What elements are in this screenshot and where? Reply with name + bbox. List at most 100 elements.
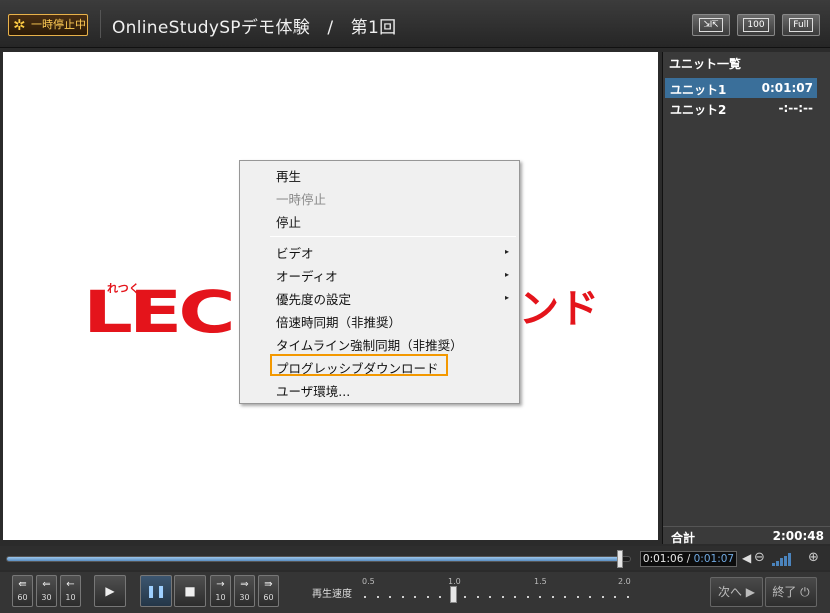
submenu-arrow-icon: ▸: [504, 270, 509, 279]
speed-dot: [576, 596, 579, 598]
rewind-10-button[interactable]: ← 10: [60, 575, 81, 607]
play-icon: ▶: [105, 584, 115, 598]
play-button[interactable]: ▶: [94, 575, 126, 607]
rewind-icon: ⇐: [42, 579, 51, 590]
control-bar: ⇚ 60 ⇐ 30 ← 10 ▶ ❚❚ ■ → 10 ⇒ 30 ⇛ 60 再生速度 0.5 …: [0, 572, 830, 613]
fit-window-button[interactable]: ⇲⇱: [692, 14, 730, 36]
submenu-arrow-icon: ▸: [504, 293, 509, 302]
speed-slider-handle[interactable]: [450, 586, 457, 603]
power-icon: ⏻: [800, 585, 810, 599]
current-time: 0:01:06: [642, 553, 684, 565]
logo-right: ンド: [519, 286, 599, 332]
speed-dot: [364, 596, 366, 598]
speed-dot: [564, 596, 566, 598]
menu-item-speed-sync[interactable]: 倍速時同期（非推奨）: [276, 312, 401, 331]
speed-dot: [376, 596, 379, 598]
total-duration: 0:01:07: [693, 553, 735, 565]
forward-30-button[interactable]: ⇒ 30: [234, 575, 255, 607]
speed-dot: [614, 596, 616, 598]
forward-icon: →: [216, 579, 225, 590]
stop-icon: ■: [184, 584, 196, 598]
speed-dot: [401, 596, 404, 598]
speed-dot: [489, 596, 491, 598]
rewind-icon: ←: [66, 579, 75, 590]
status-badge: ✲ 一時停止中: [8, 14, 88, 36]
menu-item-user-settings[interactable]: ユーザ環境...: [276, 381, 350, 400]
menu-item-priority[interactable]: 優先度の設定: [276, 289, 351, 308]
end-button[interactable]: 終了 ⏻: [765, 577, 817, 607]
speed-dot: [539, 596, 541, 598]
forward-60-button[interactable]: ⇛ 60: [258, 575, 279, 607]
unit-row[interactable]: ユニット1 0:01:07: [665, 78, 817, 98]
speaker-icon[interactable]: ◀: [742, 551, 751, 565]
play-arrow-icon: ▶: [745, 585, 756, 599]
pause-button[interactable]: ❚❚: [140, 575, 172, 607]
title-divider: [100, 10, 101, 38]
unit-name: ユニット2: [670, 103, 727, 117]
unit-list-header: ユニット一覧: [669, 57, 742, 71]
seek-handle[interactable]: [616, 550, 623, 568]
sidebar-divider: [663, 526, 830, 527]
volume-down-icon[interactable]: ⊖: [754, 550, 765, 565]
volume-level[interactable]: [772, 552, 791, 566]
menu-item-play[interactable]: 再生: [276, 166, 301, 185]
menu-item-video[interactable]: ビデオ: [276, 243, 314, 262]
menu-item-progressive-download[interactable]: プログレッシブダウンロード: [276, 358, 439, 377]
stop-button[interactable]: ■: [174, 575, 206, 607]
speed-dot: [526, 596, 529, 598]
title-bar: ✲ 一時停止中 OnlineStudySPデモ体験 / 第1回 ⇲⇱ 100 F…: [0, 0, 830, 48]
forward-icon: ⇛: [264, 579, 273, 590]
submenu-arrow-icon: ▸: [504, 247, 509, 256]
volume-bar: [784, 555, 787, 566]
unit-time: -:--:--: [778, 101, 814, 115]
view-buttons: ⇲⇱ 100 Full: [692, 14, 820, 36]
volume-bar: [780, 558, 783, 566]
volume-up-icon[interactable]: ⊕: [808, 550, 819, 565]
gear-icon: ✲: [13, 16, 26, 34]
fit-icon: ⇲⇱: [699, 18, 723, 32]
forward-10-button[interactable]: → 10: [210, 575, 231, 607]
speed-dot: [476, 596, 479, 598]
pause-icon: ❚❚: [145, 584, 167, 598]
speed-dot: [551, 596, 554, 598]
unit-row[interactable]: ユニット2 -:--:--: [665, 98, 817, 118]
logo-lec: LEC: [83, 278, 236, 346]
seek-row: 0:01:06 / 0:01:07 ◀ ⊖ ⊕: [0, 546, 830, 570]
time-separator: /: [686, 553, 691, 565]
volume-bar: [788, 553, 791, 566]
zoom-100-button[interactable]: 100: [737, 14, 775, 36]
speed-slider[interactable]: [364, 596, 629, 598]
menu-item-timeline-sync[interactable]: タイムライン強制同期（非推奨）: [276, 335, 463, 354]
rewind-30-button[interactable]: ⇐ 30: [36, 575, 57, 607]
speed-dot: [514, 596, 516, 598]
status-text: 一時停止中: [31, 18, 86, 31]
speed-dot: [414, 596, 416, 598]
menu-item-audio[interactable]: オーディオ: [276, 266, 338, 285]
speed-tick-label: 1.5: [534, 577, 547, 586]
menu-item-stop[interactable]: 停止: [276, 212, 301, 231]
menu-separator: [270, 236, 516, 237]
page-title: OnlineStudySPデモ体験 / 第1回: [112, 18, 397, 38]
speed-tick-label: 1.0: [448, 577, 461, 586]
volume-bar: [772, 563, 775, 566]
menu-item-pause: 一時停止: [276, 192, 327, 207]
seek-bar[interactable]: [6, 556, 631, 562]
fullscreen-button[interactable]: Full: [782, 14, 820, 36]
speed-dot: [464, 596, 466, 598]
speed-dot: [426, 596, 429, 598]
speed-dot: [439, 596, 441, 598]
speed-label: 再生速度: [312, 589, 352, 600]
seek-progress: [7, 557, 621, 561]
time-display: 0:01:06 / 0:01:07: [640, 551, 737, 567]
volume-bar: [776, 560, 779, 566]
context-menu: 再生 一時停止 停止 ビデオ ▸ オーディオ ▸ 優先度の設定 ▸ 倍速時同期（…: [239, 160, 520, 404]
next-button[interactable]: 次へ ▶: [710, 577, 763, 607]
unit-time: 0:01:07: [761, 81, 813, 95]
rewind-60-button[interactable]: ⇚ 60: [12, 575, 33, 607]
speed-dot: [389, 596, 391, 598]
rewind-icon: ⇚: [18, 579, 27, 590]
speed-dot: [601, 596, 604, 598]
speed-dot: [626, 596, 629, 598]
total-time: 2:00:48: [772, 529, 824, 543]
speed-tick-label: 0.5: [362, 577, 375, 586]
